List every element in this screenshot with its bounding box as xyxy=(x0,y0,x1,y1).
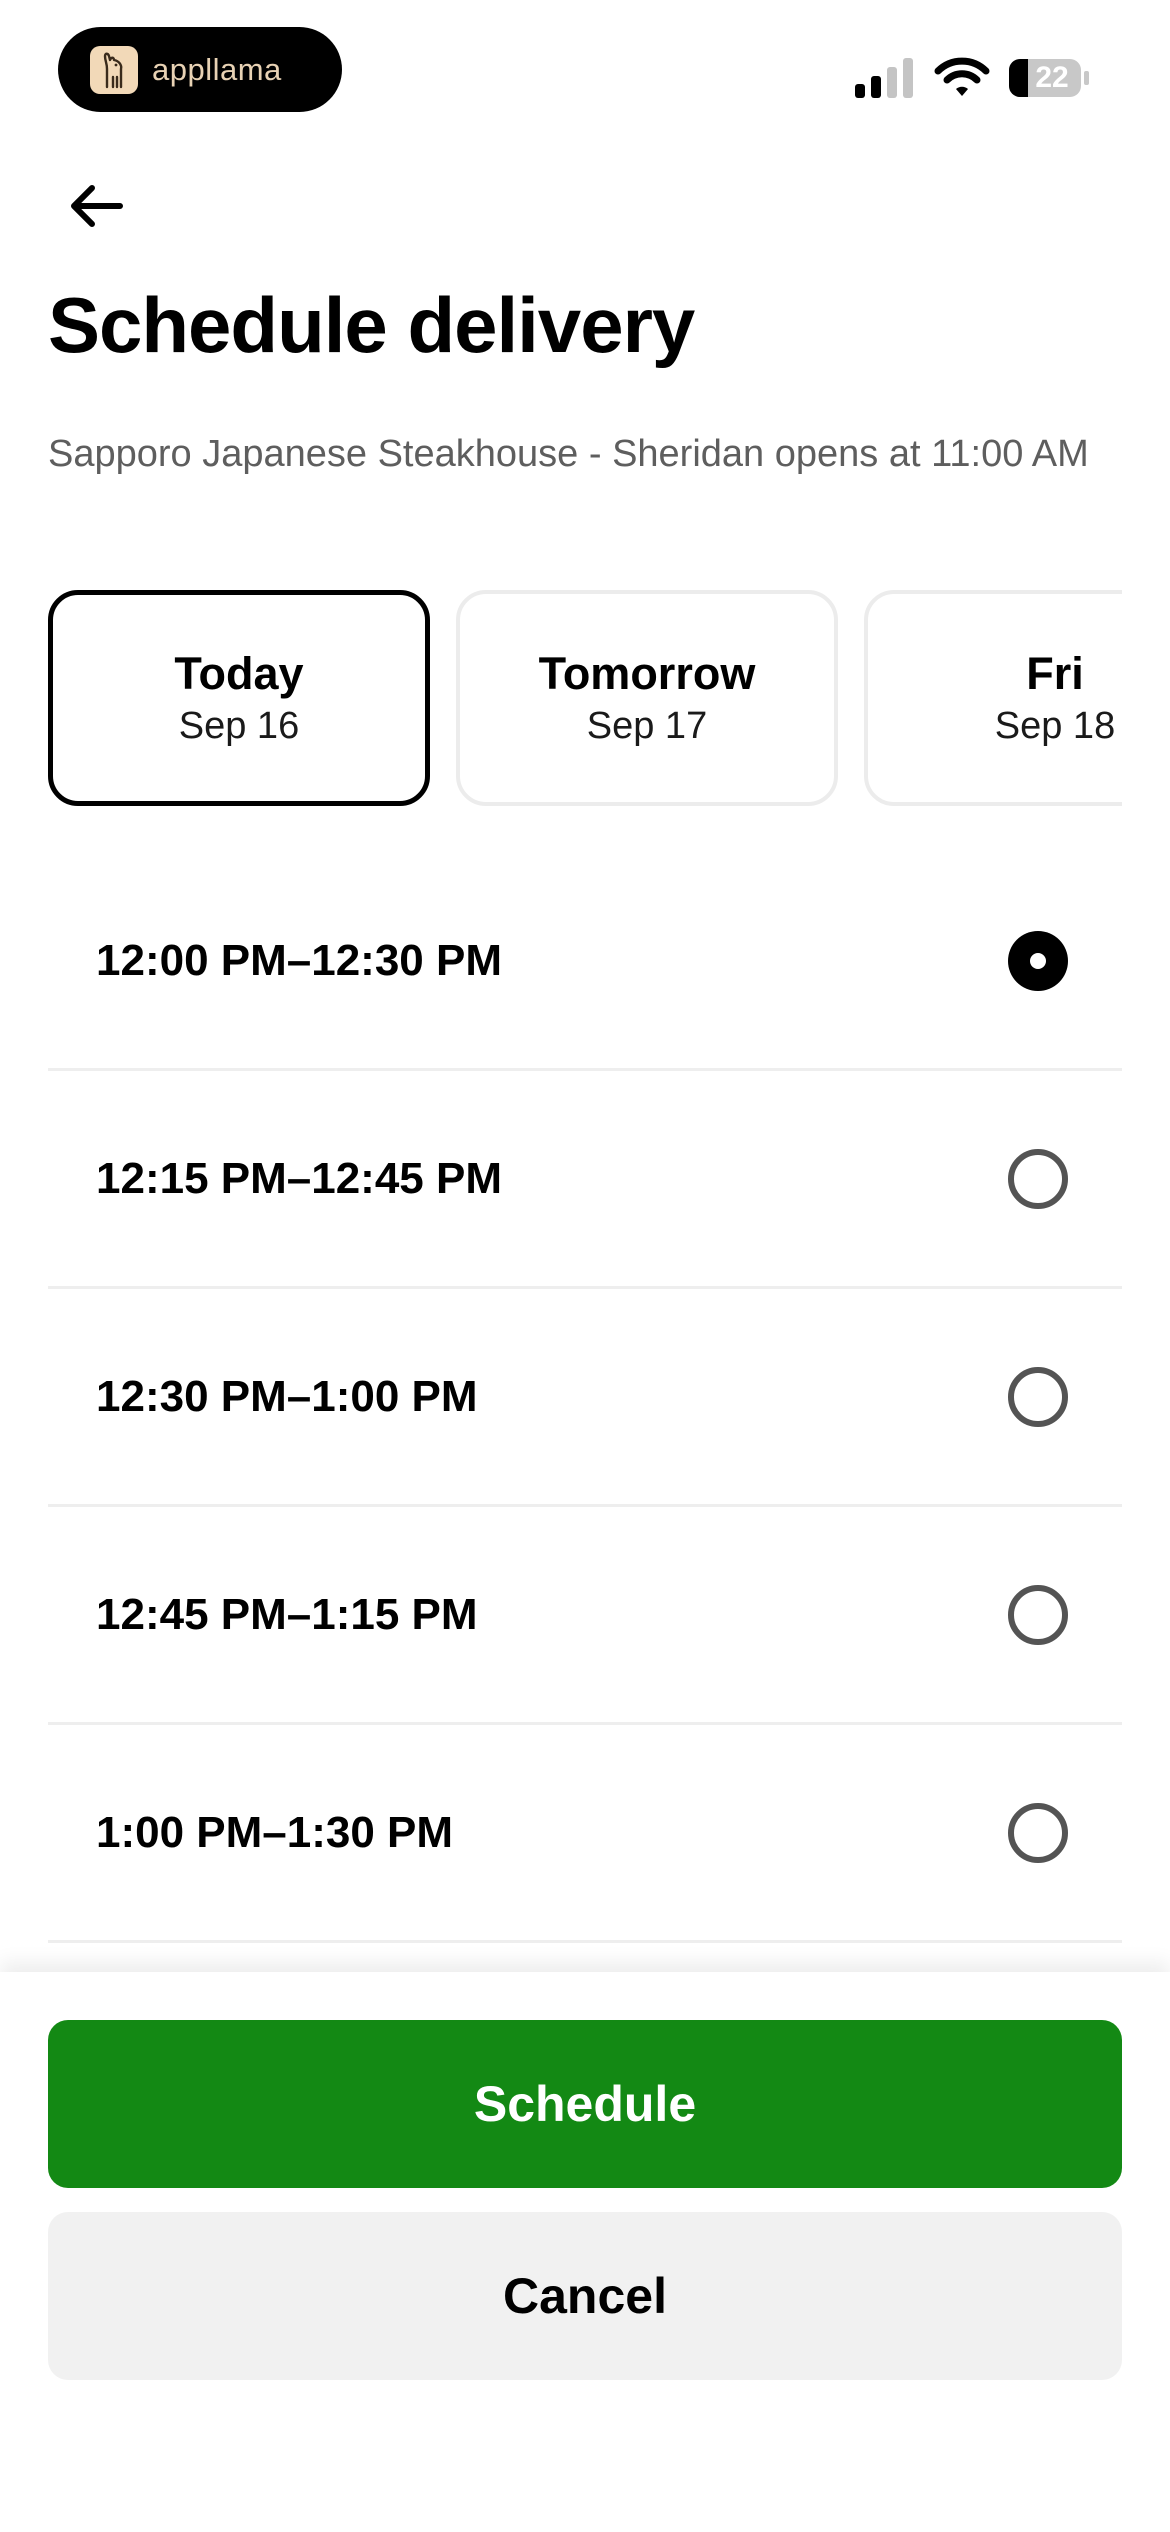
radio-button[interactable] xyxy=(1008,1803,1068,1863)
wifi-icon xyxy=(934,57,990,96)
status-bar: appllama 22 xyxy=(0,0,1170,140)
time-slot-label: 12:15 PM–12:45 PM xyxy=(96,1154,502,1203)
restaurant-hours-subtitle: Sapporo Japanese Steakhouse - Sheridan o… xyxy=(48,433,1089,475)
time-slot-row[interactable]: 12:45 PM–1:15 PM xyxy=(48,1507,1122,1725)
date-day-label: Tomorrow xyxy=(538,648,756,699)
date-date-label: Sep 18 xyxy=(994,705,1116,747)
radio-button-checked[interactable] xyxy=(1008,931,1068,991)
date-day-label: Fri xyxy=(1026,648,1084,699)
time-slot-label: 12:00 PM–12:30 PM xyxy=(96,936,502,985)
time-slot-list: 12:00 PM–12:30 PM 12:15 PM–12:45 PM 12:3… xyxy=(48,853,1122,1943)
date-option-tomorrow[interactable]: Tomorrow Sep 17 xyxy=(456,590,838,806)
battery-icon: 22 xyxy=(1008,58,1090,98)
battery-level: 22 xyxy=(1035,61,1069,94)
llama-logo-icon xyxy=(90,45,138,94)
radio-button[interactable] xyxy=(1008,1585,1068,1645)
action-sheet: Schedule Cancel xyxy=(0,1972,1170,2532)
cellular-signal-icon xyxy=(855,58,913,98)
date-date-label: Sep 16 xyxy=(178,705,300,747)
app-pill[interactable]: appllama xyxy=(58,27,342,112)
time-slot-row[interactable]: 1:00 PM–1:30 PM xyxy=(48,1725,1122,1943)
radio-button[interactable] xyxy=(1008,1149,1068,1209)
date-date-label: Sep 17 xyxy=(586,705,708,747)
time-slot-row[interactable]: 12:30 PM–1:00 PM xyxy=(48,1289,1122,1507)
schedule-button[interactable]: Schedule xyxy=(48,2020,1122,2188)
app-name: appllama xyxy=(152,51,282,87)
time-slot-row[interactable]: 12:15 PM–12:45 PM xyxy=(48,1071,1122,1289)
date-option-fri[interactable]: Fri Sep 18 xyxy=(864,590,1122,806)
date-option-today[interactable]: Today Sep 16 xyxy=(48,590,430,806)
page-title: Schedule delivery xyxy=(48,281,695,369)
time-slot-label: 1:00 PM–1:30 PM xyxy=(96,1808,454,1857)
time-slot-label: 12:30 PM–1:00 PM xyxy=(96,1372,478,1421)
time-slot-label: 12:45 PM–1:15 PM xyxy=(96,1590,478,1639)
arrow-left-icon xyxy=(71,185,123,227)
time-slot-row[interactable]: 12:00 PM–12:30 PM xyxy=(48,853,1122,1071)
back-button[interactable] xyxy=(60,170,132,242)
radio-button[interactable] xyxy=(1008,1367,1068,1427)
date-selector: Today Sep 16 Tomorrow Sep 17 Fri Sep 18 xyxy=(48,590,1122,806)
date-day-label: Today xyxy=(174,648,304,699)
cancel-button[interactable]: Cancel xyxy=(48,2212,1122,2380)
